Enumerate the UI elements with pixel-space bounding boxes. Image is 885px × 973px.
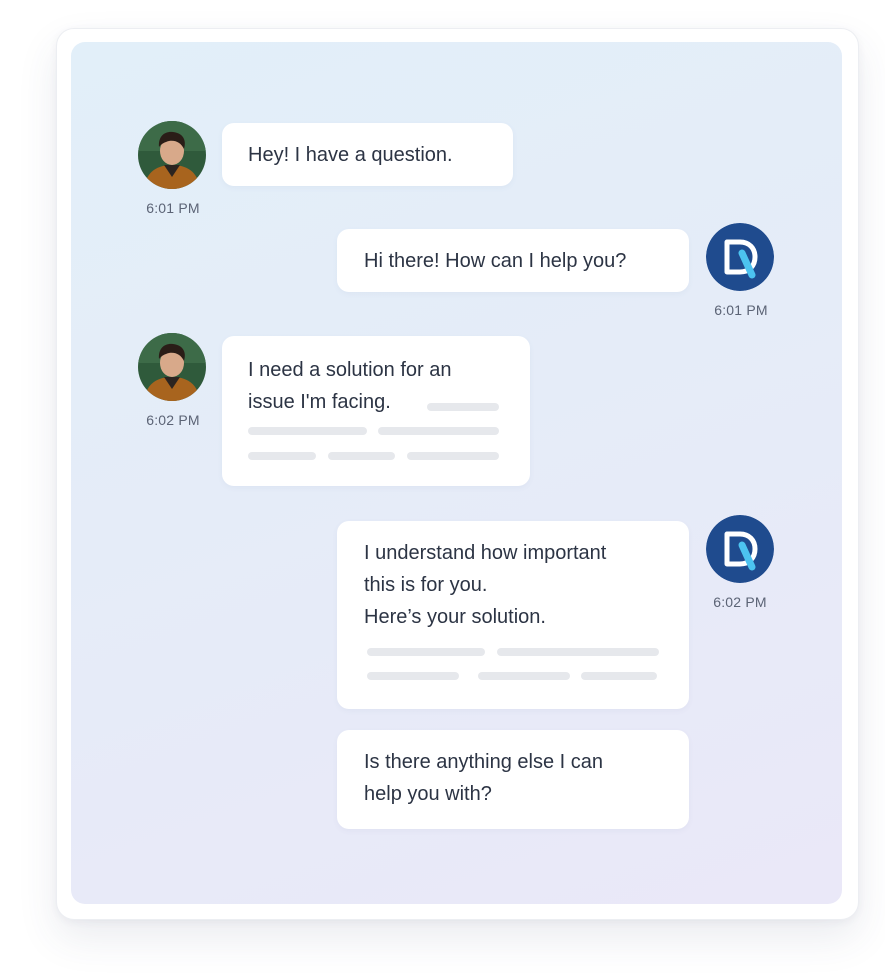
- placeholder-line: [248, 452, 316, 460]
- placeholder-line: [378, 427, 499, 435]
- bot-logo-icon: [706, 515, 774, 583]
- user-photo-avatar: [138, 333, 206, 401]
- user-avatar: [138, 121, 206, 189]
- placeholder-line: [478, 672, 570, 680]
- bot-message-bubble: Is there anything else I can help you wi…: [337, 730, 689, 829]
- message-timestamp: 6:02 PM: [146, 412, 200, 428]
- placeholder-line: [328, 452, 395, 460]
- bot-avatar: [706, 223, 774, 291]
- message-timestamp: 6:02 PM: [713, 594, 767, 610]
- placeholder-line: [427, 403, 499, 411]
- user-photo-avatar: [138, 121, 206, 189]
- placeholder-line: [497, 648, 659, 656]
- bot-avatar: [706, 515, 774, 583]
- placeholder-line: [581, 672, 657, 680]
- message-timestamp: 6:01 PM: [714, 302, 768, 318]
- message-timestamp: 6:01 PM: [146, 200, 200, 216]
- placeholder-line: [367, 648, 485, 656]
- bot-logo-icon: [706, 223, 774, 291]
- bot-message-bubble: I understand how important this is for y…: [337, 521, 689, 709]
- message-text: Hey! I have a question.: [248, 144, 453, 166]
- user-avatar: [138, 333, 206, 401]
- message-text: Is there anything else I can help you wi…: [364, 751, 604, 805]
- placeholder-line: [248, 427, 367, 435]
- message-text: Hi there! How can I help you?: [364, 250, 627, 272]
- user-message-bubble: Hey! I have a question.: [222, 123, 513, 186]
- placeholder-line: [407, 452, 499, 460]
- bot-message-bubble: Hi there! How can I help you?: [337, 229, 689, 292]
- user-message-bubble: I need a solution for an issue I'm facin…: [222, 336, 530, 486]
- placeholder-line: [367, 672, 459, 680]
- message-text: I understand how important this is for y…: [364, 542, 607, 628]
